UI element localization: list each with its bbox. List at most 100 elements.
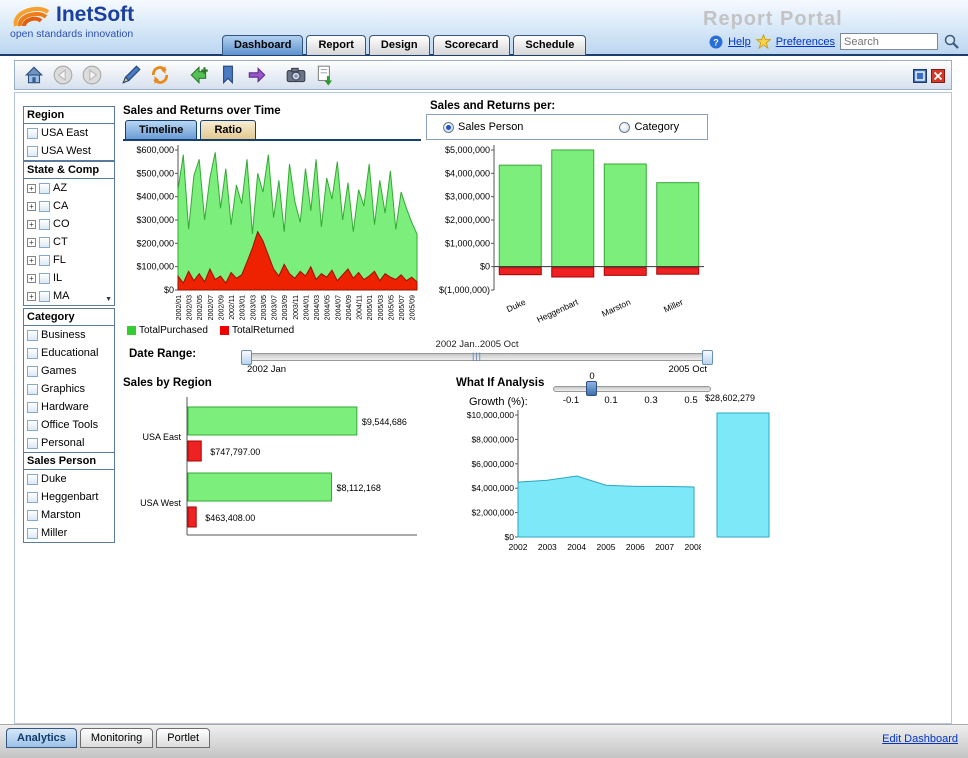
footer-tab-analytics[interactable]: Analytics <box>6 728 77 748</box>
whatif-area-chart[interactable]: $10,000,000$8,000,000$6,000,000$4,000,00… <box>456 405 701 563</box>
per-salesperson-bar-chart[interactable]: $5,000,000$4,000,000$3,000,000$2,000,000… <box>426 142 711 334</box>
edit-icon[interactable] <box>120 64 142 86</box>
help-icon[interactable]: ? <box>709 35 723 49</box>
legend-swatch <box>127 326 136 335</box>
checkbox[interactable] <box>27 384 38 395</box>
checkbox[interactable] <box>27 366 38 377</box>
checkbox[interactable] <box>39 273 50 284</box>
date-range-start-handle[interactable] <box>241 350 252 365</box>
sidebar-item-label: Games <box>41 365 76 377</box>
sidebar-item: Personal <box>24 434 114 452</box>
sidebar-panel-category: CategoryBusinessEducationalGamesGraphics… <box>23 308 115 453</box>
sidebar-item: +MA <box>24 287 114 305</box>
checkbox[interactable] <box>27 492 38 503</box>
whatif-total-bar[interactable]: $28,602,279 <box>703 389 793 549</box>
svg-text:$5,000,000: $5,000,000 <box>445 145 490 155</box>
sidebar-item-label: Educational <box>41 347 99 359</box>
radio-category-label: Category <box>634 121 679 133</box>
forward-icon[interactable] <box>81 64 103 86</box>
expand-icon[interactable]: + <box>27 256 36 265</box>
checkbox[interactable] <box>27 348 38 359</box>
nav-tab-schedule[interactable]: Schedule <box>513 35 586 55</box>
date-range-end-handle[interactable] <box>702 350 713 365</box>
search-icon[interactable] <box>943 33 960 50</box>
expand-icon[interactable]: + <box>27 238 36 247</box>
date-range-drag-handle[interactable]: ||| <box>472 351 482 361</box>
snapshot-icon[interactable] <box>285 64 307 86</box>
sidebar-panel-region: RegionUSA EastUSA West <box>23 106 115 161</box>
tab-ratio[interactable]: Ratio <box>200 120 256 139</box>
svg-text:2005/09: 2005/09 <box>410 295 417 320</box>
radio-category[interactable] <box>619 122 630 133</box>
search-input[interactable] <box>840 33 938 50</box>
footer-tab-monitoring[interactable]: Monitoring <box>80 728 153 748</box>
svg-text:$8,112,168: $8,112,168 <box>337 483 381 493</box>
checkbox[interactable] <box>39 237 50 248</box>
checkbox[interactable] <box>27 510 38 521</box>
checkbox[interactable] <box>27 528 38 539</box>
export-icon[interactable] <box>314 64 336 86</box>
checkbox[interactable] <box>39 291 50 302</box>
checkbox[interactable] <box>27 420 38 431</box>
checkbox[interactable] <box>39 183 50 194</box>
checkbox[interactable] <box>27 128 38 139</box>
checkbox[interactable] <box>27 146 38 157</box>
checkbox[interactable] <box>27 402 38 413</box>
sidebar-item: Miller <box>24 524 114 542</box>
checkbox[interactable] <box>39 201 50 212</box>
legend-swatch <box>220 326 229 335</box>
region-chart-title: Sales by Region <box>123 377 212 389</box>
checkbox[interactable] <box>27 330 38 341</box>
sidebar-item: USA West <box>24 142 114 160</box>
sidebar-item-label: Miller <box>41 527 67 539</box>
sidebar-panel-state-comp: State & Comp+AZ+CA+CO+CT+FL+IL+MA▼ <box>23 161 115 306</box>
nav-tab-design[interactable]: Design <box>369 35 430 55</box>
radio-sales-person[interactable] <box>443 122 454 133</box>
tab-timeline[interactable]: Timeline <box>125 120 197 139</box>
sidebar-panel-sales-person: Sales PersonDukeHeggenbartMarstonMiller <box>23 452 115 543</box>
svg-text:2004/01: 2004/01 <box>303 295 310 320</box>
svg-text:?: ? <box>713 37 719 47</box>
expand-icon[interactable]: + <box>27 202 36 211</box>
expand-icon[interactable]: + <box>27 292 36 301</box>
preferences-star-icon[interactable] <box>756 34 771 49</box>
edit-dashboard-link[interactable]: Edit Dashboard <box>882 733 958 745</box>
whatif-title: What If Analysis <box>456 377 544 389</box>
preferences-link[interactable]: Preferences <box>776 36 835 48</box>
nav-tab-dashboard[interactable]: Dashboard <box>222 35 303 55</box>
nav-tab-report[interactable]: Report <box>306 35 365 55</box>
back-icon[interactable] <box>52 64 74 86</box>
checkbox[interactable] <box>27 438 38 449</box>
date-range-track[interactable]: ||| <box>241 353 713 361</box>
checkbox[interactable] <box>39 255 50 266</box>
expand-icon[interactable]: + <box>27 220 36 229</box>
region-hbar-chart[interactable]: $9,544,686$747,797.00USA East$8,112,168$… <box>123 393 423 545</box>
close-button[interactable] <box>931 69 945 83</box>
legend-label: TotalReturned <box>232 325 294 336</box>
expand-icon[interactable]: + <box>27 184 36 193</box>
window-buttons <box>913 69 945 83</box>
sidebar-item: Marston <box>24 506 114 524</box>
checkbox[interactable] <box>39 219 50 230</box>
svg-text:$9,544,686: $9,544,686 <box>362 417 407 427</box>
footer-tab-portlet[interactable]: Portlet <box>156 728 210 748</box>
help-link[interactable]: Help <box>728 36 751 48</box>
bookmark-icon[interactable] <box>217 64 239 86</box>
growth-slider-handle[interactable] <box>586 381 597 396</box>
svg-text:2004/09: 2004/09 <box>346 295 353 320</box>
scroll-down-icon[interactable]: ▼ <box>105 296 112 303</box>
sidebar-item-label: USA East <box>41 127 88 139</box>
expand-icon[interactable]: + <box>27 274 36 283</box>
refresh-icon[interactable] <box>149 64 171 86</box>
radio-sales-person-label: Sales Person <box>458 121 523 133</box>
checkbox[interactable] <box>27 474 38 485</box>
send-icon[interactable] <box>246 64 268 86</box>
sidebar-item-label: Heggenbart <box>41 491 99 503</box>
restore-button[interactable] <box>913 69 927 83</box>
nav-tab-scorecard[interactable]: Scorecard <box>433 35 511 55</box>
home-icon[interactable] <box>23 64 45 86</box>
growth-slider-track[interactable] <box>553 386 711 392</box>
timeline-area-chart[interactable]: $600,000$500,000$400,000$300,000$200,000… <box>123 142 423 328</box>
growth-slider: 0 -0.1 0.1 0.3 0.5 <box>553 373 713 409</box>
bookmark-add-icon[interactable] <box>188 64 210 86</box>
